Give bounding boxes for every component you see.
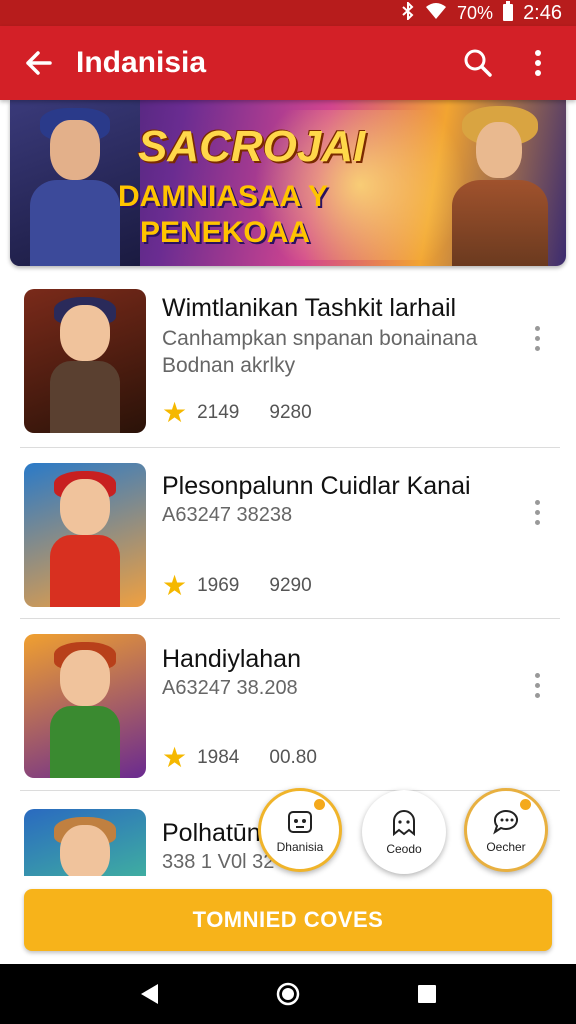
list-item[interactable]: Plesonpalunn Cuidlar Kanai A63247 38238 … <box>20 448 560 619</box>
banner-subtitle-2: PENEKOAA <box>140 216 311 249</box>
ghost-chat-icon <box>393 810 415 837</box>
game-code: A63247 38.208 <box>162 677 298 699</box>
banner-hero-right <box>426 100 566 266</box>
banner-title: SACROJAI <box>138 122 366 171</box>
list-item[interactable]: Wimtlanikan Tashkit larhail Canhampkan s… <box>20 276 560 448</box>
clock: 2:46 <box>523 1 562 24</box>
star-icon: ★ <box>162 570 188 601</box>
arrow-left-icon <box>26 51 52 75</box>
fab-oecher[interactable]: Oecher <box>464 788 548 872</box>
game-title: Wimtlanikan Tashkit larhail <box>162 294 457 322</box>
game-description: Canhampkan snpanan bonainana <box>162 327 478 350</box>
game-rating: ★ 1984 00.80 <box>162 744 317 772</box>
nav-recents-button[interactable] <box>407 974 447 1014</box>
star-icon: ★ <box>162 397 188 428</box>
fab-dhanisia[interactable]: Dhanisia <box>258 788 342 872</box>
page-title: Indanisia <box>76 46 207 79</box>
notification-dot <box>314 799 325 810</box>
search-button[interactable] <box>448 26 508 100</box>
fab-ceodo[interactable]: Ceodo <box>362 790 446 874</box>
primary-cta-button[interactable]: TOMNIED COVES <box>24 889 552 951</box>
list-item[interactable]: Handiylahan A63247 38.208 ★ 1984 00.80 <box>20 619 560 791</box>
game-rating: ★ 1969 9290 <box>162 572 312 600</box>
battery-icon <box>503 0 514 26</box>
rating-value: 1969 <box>197 575 240 596</box>
status-bar: 70% 2:46 <box>0 0 576 26</box>
rating-value: 2149 <box>197 402 240 423</box>
banner-subtitle-1: DAMNIASAA Y <box>118 180 329 213</box>
square-recents-icon <box>417 985 436 1003</box>
game-description-2: Bodnan akrlky <box>162 354 296 377</box>
game-title: Plesonpalunn Cuidlar Kanai <box>162 472 471 500</box>
star-icon: ★ <box>162 742 188 773</box>
search-icon <box>464 49 492 77</box>
game-rating: ★ 2149 9280 <box>162 399 312 427</box>
game-thumbnail <box>24 634 146 778</box>
more-vert-icon <box>534 325 540 331</box>
game-code: A63247 38238 <box>162 504 293 526</box>
item-more-button[interactable] <box>524 665 550 705</box>
app-bar: Indanisia <box>0 26 576 100</box>
fab-label: Oecher <box>486 840 526 854</box>
fab-label: Dhanisia <box>276 840 324 854</box>
system-nav-bar <box>0 964 576 1024</box>
game-thumbnail <box>24 289 146 433</box>
overflow-menu-button[interactable] <box>508 26 568 100</box>
more-vert-icon <box>534 499 540 505</box>
wifi-icon <box>425 2 447 25</box>
bluetooth-icon <box>401 0 415 25</box>
item-more-button[interactable] <box>524 318 550 358</box>
rating-value: 1984 <box>197 747 240 768</box>
game-title: Polhatūn <box>162 819 261 847</box>
game-title: Handiylahan <box>162 645 301 673</box>
fab-label: Ceodo <box>386 842 422 856</box>
nav-home-button[interactable] <box>268 974 308 1014</box>
robot-face-icon <box>288 811 312 833</box>
nav-back-button[interactable] <box>129 974 169 1014</box>
game-thumbnail <box>24 463 146 607</box>
more-vert-icon <box>534 672 540 678</box>
more-vert-icon <box>535 50 541 76</box>
chat-bubble-icon <box>493 810 518 835</box>
game-thumbnail <box>24 809 146 881</box>
review-count: 00.80 <box>269 747 317 768</box>
back-button[interactable] <box>0 26 76 100</box>
promo-banner[interactable]: SACROJAI DAMNIASAA Y PENEKOAA <box>10 100 566 266</box>
triangle-back-icon <box>141 984 159 1004</box>
circle-home-icon <box>276 982 300 1006</box>
item-more-button[interactable] <box>524 492 550 532</box>
quick-actions: Dhanisia Ceodo Oecher <box>256 786 556 876</box>
review-count: 9290 <box>269 575 312 596</box>
battery-percent: 70% <box>457 2 494 23</box>
review-count: 9280 <box>269 402 312 423</box>
notification-dot <box>520 799 531 810</box>
